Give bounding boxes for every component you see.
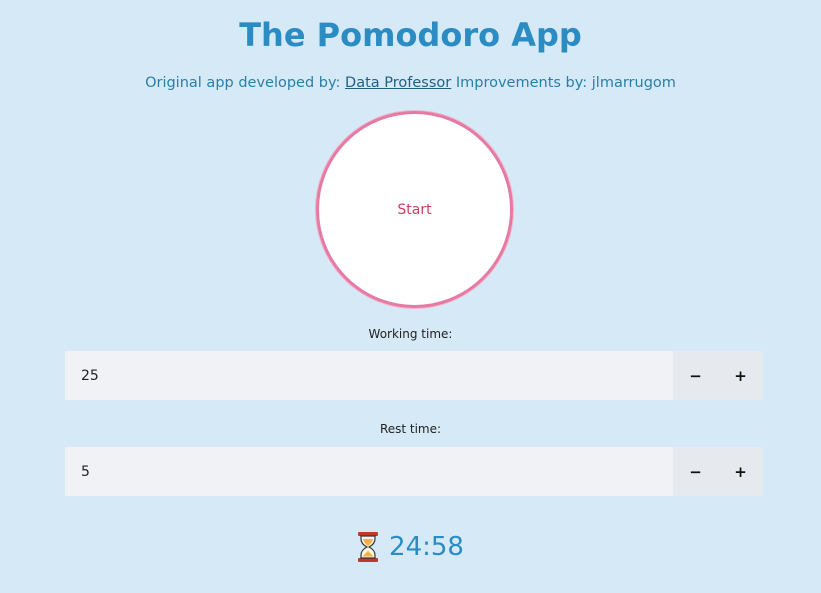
working-time-value[interactable]: 25 xyxy=(65,351,673,400)
start-button-label: Start xyxy=(397,201,432,218)
working-time-label: Working time: xyxy=(368,327,453,341)
rest-time-input: 5 − + xyxy=(65,447,763,496)
timer-display: 24:58 xyxy=(389,532,464,562)
working-time-decrement-button[interactable]: − xyxy=(673,351,718,400)
credits-line: Original app developed by: Data Professo… xyxy=(0,75,821,91)
data-professor-link[interactable]: Data Professor xyxy=(345,75,451,91)
rest-time-label: Rest time: xyxy=(379,422,442,436)
countdown-timer: 24:58 xyxy=(0,531,821,563)
working-time-increment-button[interactable]: + xyxy=(718,351,763,400)
hourglass-icon xyxy=(358,532,379,562)
page-title: The Pomodoro App xyxy=(239,16,582,54)
start-button[interactable]: Start xyxy=(316,111,513,308)
rest-time-increment-button[interactable]: + xyxy=(718,447,763,496)
rest-time-value[interactable]: 5 xyxy=(65,447,673,496)
pomodoro-page: The Pomodoro App Original app developed … xyxy=(0,0,821,593)
credits-suffix: Improvements by: jlmarrugom xyxy=(451,75,676,91)
rest-time-decrement-button[interactable]: − xyxy=(673,447,718,496)
working-time-input: 25 − + xyxy=(65,351,763,400)
credits-prefix: Original app developed by: xyxy=(145,75,346,91)
